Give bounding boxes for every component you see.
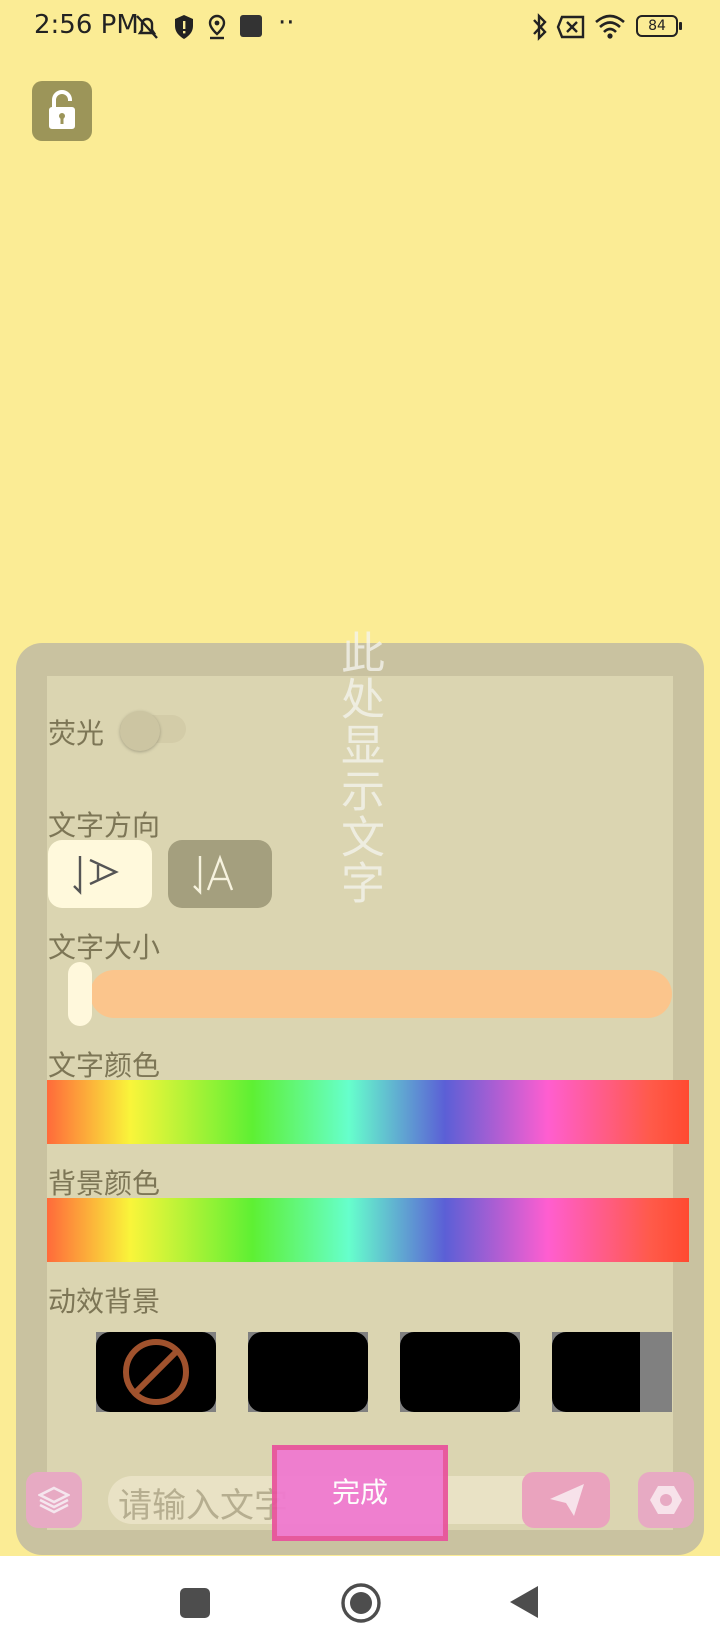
text-vertical-icon (73, 856, 119, 895)
wifi-icon (595, 14, 625, 39)
text-color-picker[interactable] (47, 1080, 689, 1144)
battery-cap (679, 22, 682, 30)
fluorescent-label: 荧光 (48, 717, 105, 750)
layers-button[interactable] (26, 1472, 82, 1528)
direction-vertical-button[interactable] (48, 840, 152, 908)
text-input-placeholder: 请输入文字 (118, 1486, 288, 1526)
settings-icon (650, 1486, 682, 1514)
size-label: 文字大小 (48, 931, 161, 964)
text-size-slider[interactable] (90, 970, 672, 1018)
text-size-slider-thumb[interactable] (68, 962, 92, 1026)
bg-color-picker[interactable] (47, 1198, 689, 1262)
display-text: 此处显示文字 (333, 630, 384, 906)
send-button[interactable] (522, 1472, 610, 1528)
anim-bg-thumb (400, 1332, 520, 1412)
anim-bg-option-2[interactable] (248, 1332, 368, 1412)
mute-icon (136, 15, 158, 39)
settings-button[interactable] (638, 1472, 694, 1528)
lock-open-icon (49, 90, 75, 129)
status-time: 2:56 PM (34, 10, 139, 40)
send-icon (550, 1484, 584, 1516)
text-horizontal-icon (193, 854, 234, 895)
done-button[interactable]: 完成 (272, 1445, 448, 1541)
shield-icon (175, 15, 193, 39)
anim-bg-option-4[interactable] (552, 1332, 672, 1412)
more-notifications-dots: ·· (278, 8, 295, 38)
anim-bg-label: 动效背景 (48, 1285, 161, 1318)
anim-bg-option-none[interactable] (96, 1332, 216, 1412)
anim-bg-thumb (552, 1332, 640, 1412)
no-sim-icon (556, 15, 585, 39)
anim-bg-thumb (248, 1332, 368, 1412)
fluorescent-toggle-knob[interactable] (120, 711, 160, 751)
back-button[interactable] (508, 1584, 540, 1620)
home-button[interactable] (340, 1582, 382, 1624)
app-notification-icon (240, 15, 262, 37)
recents-button[interactable] (180, 1588, 210, 1618)
direction-label: 文字方向 (48, 809, 161, 842)
lock-button[interactable] (32, 81, 92, 141)
layers-icon (38, 1486, 70, 1514)
battery-level: 84 (648, 18, 666, 34)
bg-color-label: 背景颜色 (48, 1167, 161, 1200)
direction-horizontal-button[interactable] (168, 840, 272, 908)
anim-bg-option-3[interactable] (400, 1332, 520, 1412)
text-color-label: 文字颜色 (48, 1049, 161, 1082)
bluetooth-icon (533, 13, 547, 41)
location-icon (208, 14, 226, 40)
navigation-bar (0, 1556, 720, 1650)
no-animation-icon (123, 1339, 189, 1405)
status-bar: 2:56 PM ·· 84 (0, 0, 720, 56)
